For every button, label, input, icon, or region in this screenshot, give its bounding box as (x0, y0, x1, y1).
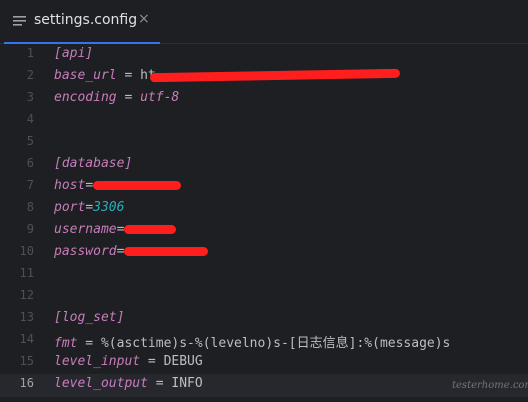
line-number: 6 (26, 156, 34, 170)
line-number: 13 (19, 310, 34, 324)
config-key: fmt (54, 336, 78, 351)
redaction-mark (124, 225, 177, 234)
code-line: 3 encoding = utf-8 (0, 88, 528, 111)
line-number: 14 (19, 332, 34, 346)
code-line: 13 [log_set] (0, 308, 528, 331)
code-line: 1 [api] (0, 44, 528, 67)
config-value: %(asctime)s-%(levelno)s-[日志信息]:%(message… (100, 336, 451, 351)
config-value: DEBUG (163, 354, 203, 369)
code-text: username= (54, 222, 177, 237)
config-value: utf-8 (140, 90, 180, 105)
line-number: 7 (26, 178, 34, 192)
separator: = (116, 222, 125, 237)
editor-tab-bar: settings.config × (0, 0, 528, 44)
line-number: 8 (26, 200, 34, 214)
line-number: 2 (26, 68, 34, 82)
redaction-mark (93, 181, 182, 190)
config-key: username (54, 222, 117, 237)
line-number: 1 (26, 46, 34, 60)
code-line: 2 base_url = ht (0, 66, 528, 89)
config-key: level_input (54, 354, 141, 369)
section-header: [log_set] (54, 310, 125, 325)
code-line-current: 16 level_output = INFO (0, 374, 528, 397)
code-line: 12 (0, 286, 528, 309)
code-line: 8 port=3306 (0, 198, 528, 221)
code-text: level_input = DEBUG (54, 354, 203, 369)
line-number: 11 (19, 266, 34, 280)
code-text: level_output = INFO (54, 376, 203, 391)
line-number: 3 (26, 90, 34, 104)
config-key: level_output (54, 376, 148, 391)
close-icon[interactable]: × (138, 11, 150, 27)
code-text: base_url = ht (54, 68, 400, 83)
code-text: [database] (54, 156, 132, 171)
line-number: 15 (19, 354, 34, 368)
code-editor[interactable]: 1 [api] 2 base_url = ht 3 encoding = utf… (0, 44, 528, 402)
tab-title: settings.config (34, 12, 138, 28)
line-number: 10 (19, 244, 34, 258)
separator: = (85, 200, 94, 215)
separator: = (77, 336, 101, 351)
section-header: [api] (54, 46, 94, 61)
code-text: password= (54, 244, 209, 259)
code-line: 6 [database] (0, 154, 528, 177)
config-key: base_url (54, 68, 117, 83)
redaction-mark (124, 247, 209, 256)
lines-file-icon (13, 16, 26, 26)
separator: = (85, 178, 94, 193)
code-text: [api] (54, 46, 93, 61)
separator: = (116, 68, 141, 83)
code-text: port=3306 (54, 200, 124, 215)
separator: = (116, 90, 141, 105)
code-line: 10 password= (0, 242, 528, 265)
code-line: 11 (0, 264, 528, 287)
code-text: host= (54, 178, 182, 193)
separator: = (140, 354, 164, 369)
section-header: [database] (54, 156, 133, 171)
code-text: [log_set] (54, 310, 124, 325)
code-text: encoding = utf-8 (54, 90, 179, 105)
line-number: 9 (26, 222, 34, 236)
code-line: 14 fmt = %(asctime)s-%(levelno)s-[日志信息]:… (0, 330, 528, 353)
separator: = (147, 376, 172, 391)
code-text: fmt = %(asctime)s-%(levelno)s-[日志信息]:%(m… (54, 332, 450, 351)
config-key: password (54, 244, 117, 259)
config-key: port (54, 200, 86, 215)
line-number: 5 (26, 134, 34, 148)
code-line: 5 (0, 132, 528, 155)
line-number: 4 (26, 112, 34, 126)
watermark: testerhome.com (452, 380, 528, 391)
line-number: 12 (19, 288, 34, 302)
separator: = (116, 244, 125, 259)
line-number: 16 (19, 376, 34, 390)
code-line: 15 level_input = DEBUG (0, 352, 528, 375)
code-line: 9 username= (0, 220, 528, 243)
config-value: 3306 (93, 200, 125, 215)
code-line: 7 host= (0, 176, 528, 199)
config-key: encoding (54, 90, 117, 105)
config-value: INFO (171, 376, 203, 391)
config-key: host (54, 178, 86, 193)
redaction-mark (149, 68, 400, 83)
tab-settings-config[interactable]: settings.config × (4, 0, 160, 44)
code-line: 4 (0, 110, 528, 133)
